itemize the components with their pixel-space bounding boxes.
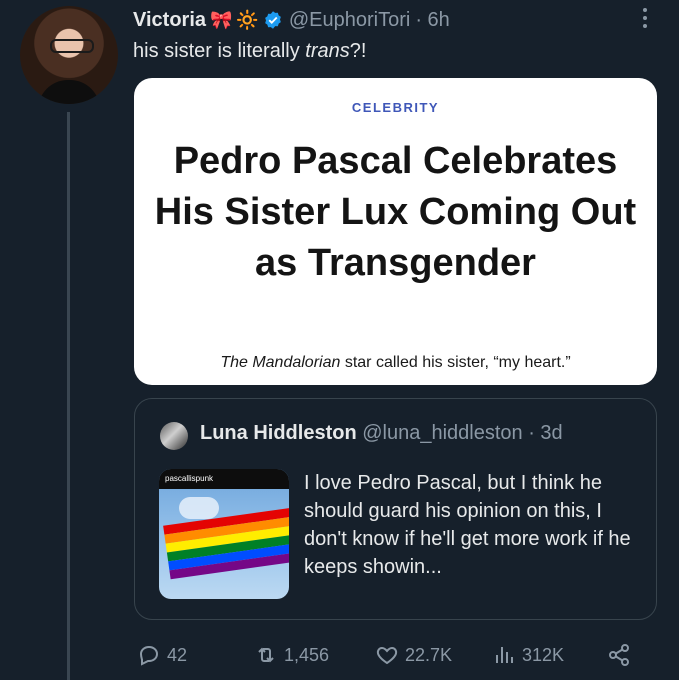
thread-line [67,112,70,680]
quoted-author-handle: @luna_hiddleston [362,422,523,444]
reply-button[interactable]: 42 [137,643,187,667]
quoted-author-avatar [160,422,188,450]
article-category: CELEBRITY [351,100,440,115]
author-name[interactable]: Victoria [133,9,206,32]
avatar-glasses [50,39,94,53]
verified-badge-icon [265,11,281,29]
tweet-text-prefix: his sister is literally [133,40,306,62]
ribbon-emoji: 🎀 [210,9,233,30]
views-bar-chart-icon [496,647,513,663]
article-headline: Pedro Pascal Celebrates His Sister Lux C… [154,140,637,284]
more-options-icon[interactable] [636,4,654,32]
progress-pride-flag [163,504,289,591]
author-avatar[interactable] [20,6,118,104]
tweet-text: his sister is literally trans?! [133,40,366,63]
article-dek-title: The Mandalorian [220,354,341,371]
share-button[interactable] [607,643,631,667]
quoted-tweet-text: I love Pedro Pascal, but I think he shou… [304,472,631,578]
like-button[interactable]: 22.7K [375,643,452,667]
heart-icon [376,646,398,665]
quoted-tweet[interactable]: Luna Hiddleston @luna_hiddleston · 3d pa… [134,398,657,620]
quoted-author-name: Luna Hiddleston [200,422,357,444]
tweet-text-suffix: ?! [349,40,367,62]
retweet-button[interactable]: 1,456 [254,643,329,667]
retweet-count: 1,456 [284,644,330,665]
like-count: 22.7K [405,644,453,665]
quoted-tweet-header: Luna Hiddleston @luna_hiddleston · 3d [200,422,563,445]
reply-icon [139,645,159,666]
tweet-text-italic: trans [305,40,350,62]
avatar-shirt [38,80,100,104]
reply-count: 42 [167,644,188,665]
sun-emoji: 🔆 [236,9,259,30]
retweet-icon [258,647,274,663]
article-card[interactable]: CELEBRITY Pedro Pascal Celebrates His Si… [134,78,657,385]
quoted-tweet-image: pascallispunk [159,469,289,599]
thumbnail-caption: pascallispunk [159,469,289,489]
tweet-time[interactable]: · 6h [415,9,449,32]
tweet-header: Victoria 🎀 🔆 @EuphoriTori · 6h [133,6,450,34]
article-dek-rest: star called his sister, “my heart.” [340,354,571,371]
views-count: 312K [522,644,565,665]
quoted-tweet-time: · 3d [528,422,563,444]
author-handle[interactable]: @EuphoriTori [289,9,410,32]
tweet-actions: 42 1,456 22.7K 312K [137,643,637,671]
thumbnail-cloud [179,497,219,519]
views-button[interactable]: 312K [492,643,564,667]
article-dek: The Mandalorian star called his sister, … [134,354,657,372]
share-icon [609,644,629,666]
